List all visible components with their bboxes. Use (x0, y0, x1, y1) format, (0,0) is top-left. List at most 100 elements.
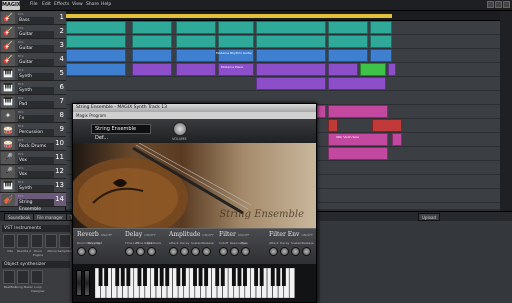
instrument-thumbnail[interactable] (31, 234, 43, 248)
audio-clip[interactable] (388, 63, 396, 76)
black-key[interactable] (231, 268, 236, 286)
black-key[interactable] (126, 268, 131, 286)
track-name[interactable]: Bass (18, 17, 54, 24)
fx-onoff-toggle[interactable]: ON/OFF (144, 233, 155, 237)
black-key[interactable] (159, 268, 164, 286)
audio-clip[interactable] (176, 35, 216, 48)
fx-knob[interactable] (77, 247, 86, 256)
track-name[interactable]: Synth (18, 73, 54, 80)
track-controls[interactable]: M S (18, 82, 23, 86)
fx-knob[interactable] (291, 247, 300, 256)
plugin-menu-bar[interactable]: Magix Program (73, 112, 316, 119)
audio-clip[interactable] (256, 49, 326, 62)
audio-clip[interactable] (66, 35, 126, 48)
audio-clip[interactable] (176, 63, 216, 76)
audio-clip[interactable] (66, 21, 126, 34)
track-row[interactable]: 🎹 M S Synth 13 (0, 179, 66, 193)
instrument-thumbnail[interactable] (31, 270, 43, 284)
black-key[interactable] (98, 268, 103, 286)
menu-file[interactable]: File (30, 2, 38, 7)
menu-share[interactable]: Share (86, 2, 99, 7)
vertical-scrollbar[interactable] (500, 11, 512, 211)
track-row[interactable]: 🎹 M S Pad 7 (0, 95, 66, 109)
audio-clip[interactable] (328, 105, 388, 118)
audio-clip[interactable] (176, 21, 216, 34)
audio-clip[interactable] (370, 49, 392, 62)
track-controls[interactable]: M S (18, 194, 23, 198)
instrument-thumbnail[interactable] (45, 234, 57, 248)
track-controls[interactable]: M S (18, 40, 23, 44)
track-controls[interactable]: M S (18, 152, 23, 156)
black-key[interactable] (165, 268, 170, 286)
track-name[interactable]: Guitar (18, 45, 54, 52)
arranger-lane[interactable] (66, 35, 500, 49)
white-key[interactable] (289, 268, 295, 298)
audio-clip[interactable] (328, 21, 368, 34)
audio-clip[interactable] (328, 35, 368, 48)
track-row[interactable]: 🎻 M S String Ensemble 14 (0, 193, 66, 212)
arranger-lane[interactable] (66, 77, 500, 91)
fx-knob[interactable] (169, 247, 178, 256)
audio-clip[interactable] (328, 119, 338, 132)
black-key[interactable] (254, 268, 259, 286)
fx-knob[interactable] (280, 247, 289, 256)
track-row[interactable]: 🎤 M S Vox 11 (0, 151, 66, 165)
minimize-button[interactable] (487, 1, 494, 8)
black-key[interactable] (193, 268, 197, 286)
audio-clip[interactable] (328, 147, 388, 160)
track-row[interactable]: 🎹 M S Synth 5 (0, 67, 66, 81)
track-name[interactable]: Guitar (18, 31, 54, 38)
mod-wheel[interactable] (84, 270, 90, 296)
track-row[interactable]: 🎹 M S Synth 6 (0, 81, 66, 95)
fx-knob[interactable] (147, 247, 156, 256)
track-row[interactable]: 🥁 M S Rock Drums 10 (0, 137, 66, 151)
track-name[interactable]: Percussion (18, 129, 54, 136)
black-key[interactable] (115, 268, 120, 286)
track-name[interactable]: Synth (18, 185, 54, 192)
audio-clip[interactable] (392, 133, 402, 146)
audio-clip[interactable] (132, 63, 172, 76)
track-name[interactable]: Synth (18, 87, 54, 94)
fx-knob[interactable] (302, 247, 311, 256)
fx-knob[interactable] (125, 247, 134, 256)
black-key[interactable] (120, 268, 125, 286)
track-name[interactable]: Guitar (18, 59, 54, 66)
audio-clip[interactable] (328, 77, 386, 90)
track-row[interactable]: 🎸 M S Bass 1 (0, 11, 66, 25)
audio-clip[interactable] (132, 21, 172, 34)
track-name[interactable]: Pad (18, 101, 54, 108)
black-key[interactable] (243, 268, 247, 286)
instrument-thumbnail[interactable] (3, 270, 15, 284)
fx-knob[interactable] (136, 247, 145, 256)
menu-effects[interactable]: Effects (54, 2, 69, 7)
track-controls[interactable]: M S (18, 96, 23, 100)
audio-clip[interactable] (218, 21, 254, 34)
audio-clip[interactable] (218, 35, 254, 48)
track-name[interactable]: Vox (18, 171, 54, 178)
track-controls[interactable]: M S (18, 124, 23, 128)
audio-clip[interactable] (328, 49, 368, 62)
fx-onoff-toggle[interactable]: ON/OFF (301, 233, 312, 237)
fx-knob[interactable] (230, 247, 239, 256)
fx-knob[interactable] (219, 247, 228, 256)
fx-knob[interactable] (269, 247, 278, 256)
black-key[interactable] (259, 268, 264, 286)
black-key[interactable] (176, 268, 181, 286)
piano-keyboard[interactable] (95, 268, 295, 298)
menu-view[interactable]: View (72, 2, 83, 7)
instrument-thumbnail[interactable] (3, 234, 15, 248)
audio-clip[interactable] (66, 63, 126, 76)
track-controls[interactable]: M S (18, 54, 23, 58)
audio-clip[interactable] (132, 35, 172, 48)
audio-clip[interactable] (372, 119, 402, 132)
fx-knob[interactable] (180, 247, 189, 256)
instrument-thumbnail[interactable] (17, 270, 29, 284)
audio-clip[interactable] (66, 49, 126, 62)
track-name[interactable]: Rock Drums (18, 143, 54, 150)
black-key[interactable] (104, 268, 109, 286)
track-controls[interactable]: M S (18, 166, 23, 170)
track-name[interactable]: String Ensemble (18, 199, 54, 212)
audio-clip[interactable] (370, 35, 392, 48)
black-key[interactable] (181, 268, 186, 286)
audio-clip[interactable] (176, 49, 216, 62)
